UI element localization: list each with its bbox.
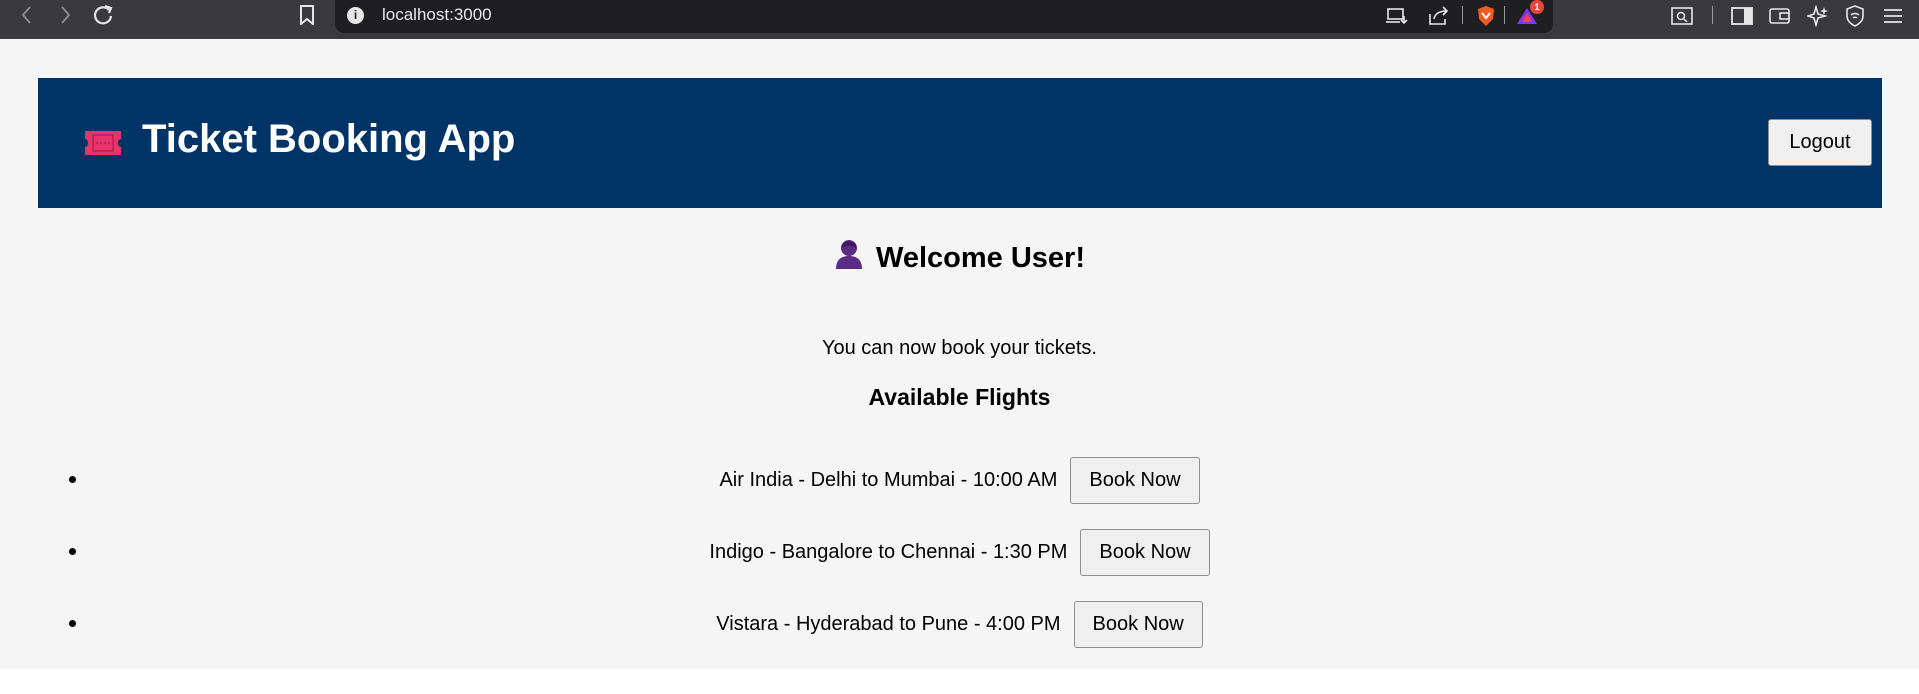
user-icon — [834, 238, 864, 278]
flight-item: Vistara - Hyderabad to Pune - 4:00 PM Bo… — [0, 588, 1919, 660]
flight-details: Indigo - Bangalore to Chennai - 1:30 PM — [709, 540, 1068, 563]
url-text[interactable]: localhost:3000 — [382, 5, 492, 25]
list-bullet — [69, 476, 76, 483]
address-bar[interactable]: i localhost:3000 — [335, 0, 1553, 33]
app-header: Ticket Booking App Logout — [38, 78, 1882, 208]
logout-button[interactable]: Logout — [1768, 119, 1872, 166]
wallet-icon[interactable] — [1768, 4, 1792, 28]
browser-toolbar: i localhost:3000 1 — [0, 0, 1919, 39]
ticket-icon — [82, 128, 124, 163]
bookmark-icon[interactable] — [292, 0, 322, 30]
page-content: Ticket Booking App Logout Welcome User! … — [0, 39, 1919, 669]
book-now-button[interactable]: Book Now — [1070, 456, 1200, 504]
list-bullet — [69, 548, 76, 555]
sidebar-icon[interactable] — [1730, 4, 1754, 28]
install-app-icon[interactable] — [1385, 4, 1409, 28]
reader-mode-icon[interactable] — [1670, 4, 1694, 28]
welcome-heading: Welcome User! — [876, 241, 1085, 274]
flight-item: Air India - Delhi to Mumbai - 10:00 AM B… — [0, 444, 1919, 516]
forward-icon[interactable] — [50, 0, 80, 30]
leo-ai-icon[interactable] — [1806, 4, 1830, 28]
flight-details: Air India - Delhi to Mumbai - 10:00 AM — [719, 468, 1058, 491]
welcome-section: Welcome User! — [0, 238, 1919, 278]
back-icon[interactable] — [12, 0, 42, 30]
site-info-icon[interactable]: i — [347, 7, 364, 24]
flight-item: Indigo - Bangalore to Chennai - 1:30 PM … — [0, 516, 1919, 588]
welcome-message: You can now book your tickets. — [822, 337, 1097, 359]
reload-icon[interactable] — [88, 0, 118, 30]
toolbar-divider — [1504, 6, 1505, 24]
brave-shields-icon[interactable] — [1474, 4, 1498, 28]
flight-details: Vistara - Hyderabad to Pune - 4:00 PM — [716, 612, 1061, 635]
flight-list: Air India - Delhi to Mumbai - 10:00 AM B… — [0, 444, 1919, 660]
toolbar-divider — [1712, 6, 1713, 24]
welcome-heading-row: Welcome User! — [834, 238, 1085, 278]
vpn-icon[interactable] — [1843, 4, 1867, 28]
flights-title: Available Flights — [868, 384, 1051, 410]
book-now-button[interactable]: Book Now — [1073, 600, 1203, 648]
share-icon[interactable] — [1427, 4, 1451, 28]
toolbar-divider — [1462, 6, 1463, 24]
notification-badge: 1 — [1530, 0, 1544, 14]
menu-icon[interactable] — [1881, 4, 1905, 28]
list-bullet — [69, 620, 76, 627]
book-now-button[interactable]: Book Now — [1080, 528, 1210, 576]
app-title: Ticket Booking App — [142, 117, 516, 161]
